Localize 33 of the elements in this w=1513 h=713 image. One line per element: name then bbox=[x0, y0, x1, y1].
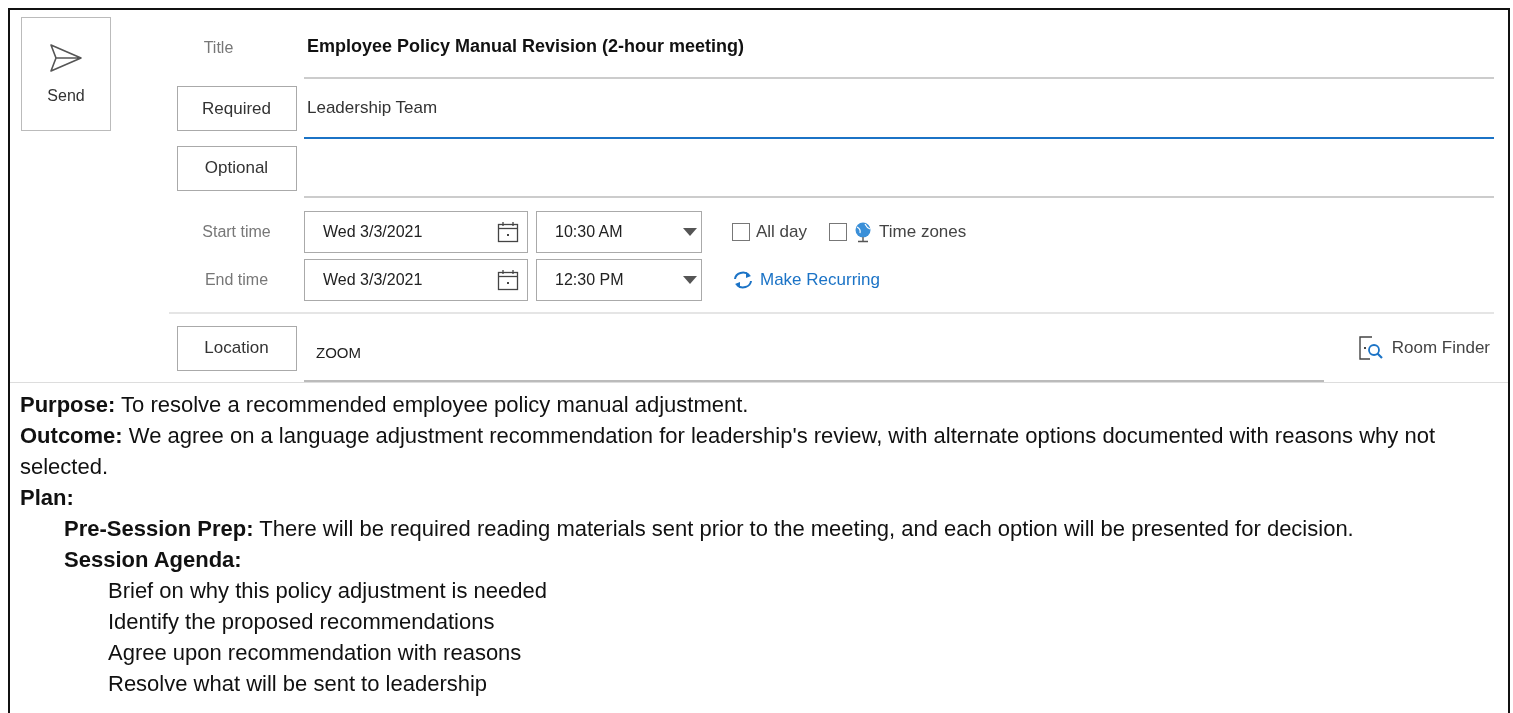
time-dropdown[interactable]: 12:30 PM bbox=[536, 259, 702, 302]
body-text: Resolve what will be sent to leadership bbox=[108, 671, 488, 696]
required-field[interactable]: Leadership Team bbox=[304, 78, 1494, 139]
body-text: Session Agenda: bbox=[64, 547, 242, 572]
calendar-icon bbox=[497, 221, 519, 244]
location-button[interactable]: Location bbox=[176, 325, 297, 371]
time-label: End time bbox=[204, 271, 269, 290]
body-text: Pre-Session Prep: There will be required reading materials sent prior to the meeting, and each option will be presented for decision. bbox=[64, 516, 1354, 541]
dropdown-caret-icon bbox=[683, 276, 697, 285]
body-text: Identify the proposed recommendations bbox=[108, 609, 495, 634]
body-text: Plan: bbox=[20, 485, 74, 510]
refresh-icon bbox=[732, 270, 754, 291]
make-recurring-link[interactable]: Make Recurring bbox=[732, 270, 880, 291]
title-field[interactable]: Employee Policy Manual Revision (2-hour meeting) bbox=[304, 17, 1494, 79]
date-picker[interactable]: Wed 3/3/2021 bbox=[304, 211, 528, 254]
optional-button[interactable]: Optional bbox=[176, 145, 297, 191]
calendar-icon bbox=[497, 269, 519, 292]
time-zones-checkbox[interactable]: Time zones bbox=[829, 221, 967, 244]
title-label: Title bbox=[203, 38, 234, 57]
date-picker[interactable]: Wed 3/3/2021 bbox=[304, 259, 528, 302]
location-field[interactable]: ZOOM bbox=[304, 324, 1324, 382]
body-text: Outcome: We agree on a language adjustment recommendation for leadership's review, with alternate options documented with reasons why not selected. bbox=[20, 423, 1436, 479]
body-text: Agree upon recommendation with reasons bbox=[108, 640, 522, 665]
room-search-icon bbox=[1357, 335, 1384, 362]
body-text: Purpose: To resolve a recommended employee policy manual adjustment. bbox=[20, 392, 749, 417]
send-button[interactable]: Send bbox=[21, 17, 111, 131]
body-text: Brief on why this policy adjustment is needed bbox=[108, 578, 547, 603]
time-dropdown[interactable]: 10:30 AM bbox=[536, 211, 702, 254]
send-icon bbox=[49, 43, 83, 73]
all-day-checkbox[interactable]: All day bbox=[732, 221, 808, 244]
required-button[interactable]: Required bbox=[176, 86, 297, 132]
time-label: Start time bbox=[202, 223, 271, 242]
dropdown-caret-icon bbox=[683, 228, 697, 237]
